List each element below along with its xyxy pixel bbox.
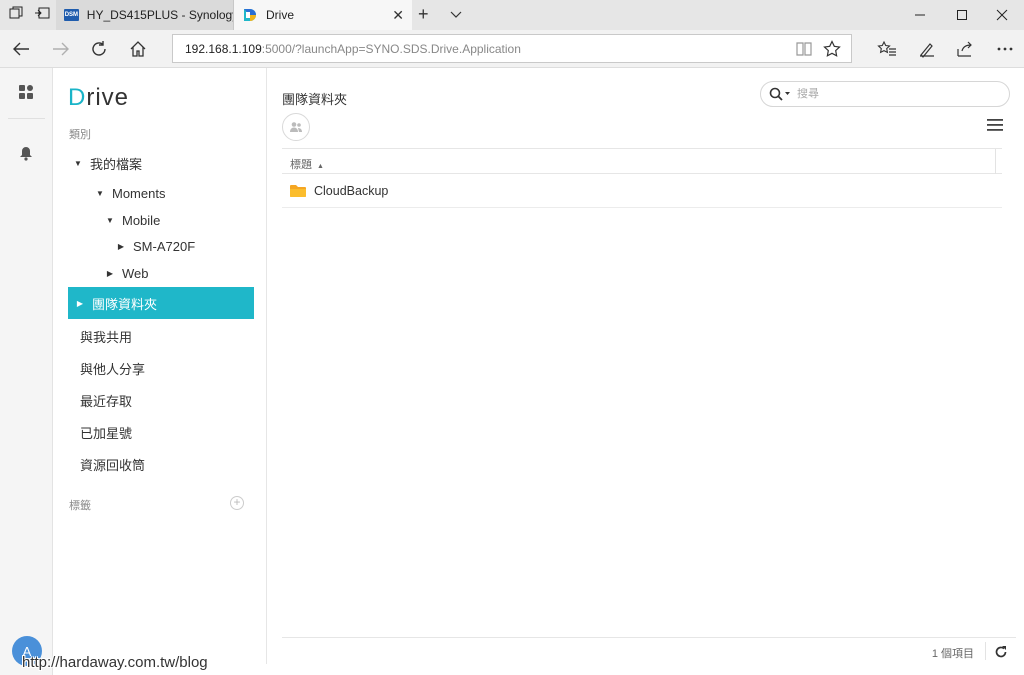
logo-text: rive (86, 84, 130, 111)
users-icon (290, 122, 302, 132)
drive-icon (244, 9, 256, 21)
back-icon[interactable] (8, 36, 34, 62)
tab-title: Drive (266, 8, 295, 22)
maximize-icon[interactable] (942, 0, 982, 30)
set-tabs-aside-icon[interactable] (32, 5, 52, 25)
main-panel: 團隊資料夾 標題 ▲ CloudBackup 1 個項目 (268, 68, 1024, 664)
category-label: 類別 (69, 129, 91, 141)
nav-shared-with-me[interactable]: 與我共用 (80, 327, 132, 346)
watermark: http://hardaway.com.tw/blog (22, 654, 208, 671)
reading-view-icon[interactable] (795, 40, 813, 58)
caret-right-icon[interactable]: ▶ (115, 242, 127, 251)
url-host: 192.168.1.109 (185, 41, 262, 56)
nav-recycle-bin[interactable]: 資源回收筒 (80, 455, 145, 474)
column-title-label: 標題 (290, 159, 312, 171)
item-count: 1 個項目 (931, 648, 974, 660)
browser-tab-bar: DSM HY_DS415PLUS - Synology I Drive ✕ + (0, 0, 1024, 30)
nav-recent[interactable]: 最近存取 (80, 391, 132, 410)
address-bar[interactable]: 192.168.1.109:5000/?launchApp=SYNO.SDS.D… (172, 34, 852, 63)
search-box[interactable] (760, 81, 1010, 107)
tree-item-label: Mobile (122, 212, 161, 228)
caret-right-icon[interactable]: ▶ (74, 299, 86, 308)
tree-item-moments[interactable]: ▼ Moments (94, 180, 165, 206)
tree-item-label: 我的檔案 (90, 156, 143, 172)
rail-divider (8, 118, 45, 119)
tree-item-label: 團隊資料夾 (92, 296, 158, 312)
tree-item-my-files[interactable]: ▼ 我的檔案 (72, 150, 142, 176)
members-button[interactable] (282, 113, 310, 141)
share-icon[interactable] (952, 36, 978, 62)
tree-item-web[interactable]: ▶ Web (104, 260, 149, 286)
tab-title: HY_DS415PLUS - Synology I (86, 8, 233, 22)
dsm-icon: DSM (64, 9, 79, 21)
page-title: 團隊資料夾 (282, 92, 348, 107)
tree-item-label: Moments (112, 185, 166, 201)
search-icon[interactable] (769, 87, 791, 101)
tab-sets-icon[interactable] (6, 5, 26, 25)
close-tab-icon[interactable]: ✕ (392, 7, 404, 23)
web-note-icon[interactable] (914, 36, 940, 62)
caret-down-icon[interactable]: ▼ (94, 189, 106, 198)
url-path: :5000/?launchApp=SYNO.SDS.Drive.Applicat… (261, 41, 521, 56)
caret-right-icon[interactable]: ▶ (104, 269, 116, 278)
tab-drive[interactable]: Drive ✕ (234, 0, 412, 30)
notification-bell-icon[interactable] (19, 146, 33, 161)
tree-item-label: SM-A720F (133, 238, 196, 254)
sort-asc-icon[interactable]: ▲ (317, 163, 324, 170)
new-tab-icon[interactable]: + (418, 4, 429, 25)
tree-item-sm-a720f[interactable]: ▶ SM-A720F (115, 233, 195, 259)
table-row[interactable]: CloudBackup (282, 174, 1002, 208)
table-header: 標題 ▲ (282, 148, 1002, 174)
search-input[interactable] (797, 88, 977, 100)
tab-preview-chevron-icon[interactable] (448, 6, 464, 22)
drive-logo: Drive (68, 84, 129, 112)
home-icon[interactable] (125, 36, 151, 62)
browser-nav-bar: 192.168.1.109:5000/?launchApp=SYNO.SDS.D… (0, 30, 1024, 68)
forward-icon[interactable] (48, 36, 74, 62)
footer-divider (985, 642, 986, 660)
column-title[interactable]: 標題 ▲ (290, 156, 324, 172)
caret-down-icon[interactable]: ▼ (72, 159, 84, 168)
favorites-hub-icon[interactable] (874, 36, 900, 62)
sidebar: Drive 類別 ▼ 我的檔案 ▼ Moments ▼ Mobile ▶ SM-A720… (54, 68, 267, 664)
more-icon[interactable] (992, 36, 1018, 62)
dashboard-icon[interactable] (18, 84, 34, 100)
column-divider[interactable] (995, 149, 996, 174)
logo-letter-d: D (68, 84, 87, 111)
refresh-icon[interactable] (994, 645, 1008, 659)
folder-icon (290, 185, 306, 197)
minimize-icon[interactable] (900, 0, 940, 30)
favorite-star-icon[interactable] (823, 40, 841, 58)
nav-shared-with-others[interactable]: 與他人分享 (80, 359, 145, 378)
refresh-icon[interactable] (86, 36, 112, 62)
nav-starred[interactable]: 已加星號 (80, 423, 132, 442)
app-rail: A (0, 68, 53, 675)
close-window-icon[interactable] (982, 0, 1022, 30)
tree-item-team-folder[interactable]: ▶ 團隊資料夾 (68, 287, 254, 319)
tab-dsm[interactable]: DSM HY_DS415PLUS - Synology I (56, 0, 234, 30)
add-tag-icon[interactable]: + (230, 496, 244, 510)
tree-item-label: Web (122, 265, 149, 281)
status-bar: 1 個項目 (282, 637, 1016, 664)
row-name: CloudBackup (314, 183, 389, 198)
hamburger-menu-icon[interactable] (986, 118, 1004, 132)
tree-item-mobile[interactable]: ▼ Mobile (104, 207, 160, 233)
caret-down-icon[interactable]: ▼ (104, 216, 116, 225)
tags-label: 標籤 (69, 500, 91, 512)
